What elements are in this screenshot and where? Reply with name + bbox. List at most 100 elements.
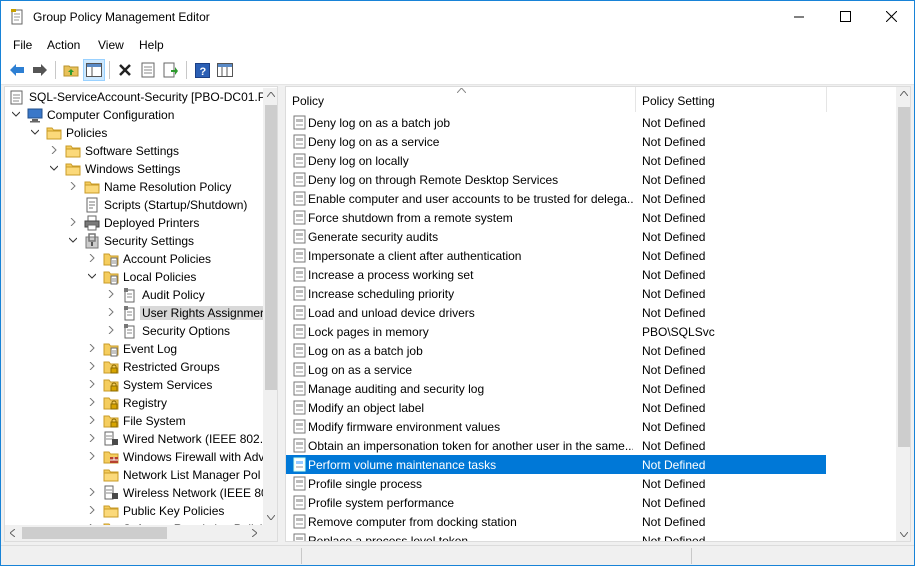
policy-setting: Not Defined	[642, 135, 706, 149]
collapsed-chevron-icon[interactable]	[69, 218, 77, 226]
up-one-level-button[interactable]	[60, 59, 82, 81]
menu-file[interactable]: File	[13, 38, 32, 52]
console-view-button[interactable]	[214, 59, 236, 81]
policy-row[interactable]: Lock pages in memory PBO\SQLSvc	[286, 322, 826, 341]
gpo-icon	[10, 90, 23, 105]
firewall-icon	[103, 451, 119, 464]
expanded-chevron-icon[interactable]	[88, 272, 96, 280]
policy-row[interactable]: Deny log on through Remote Desktop Servi…	[286, 170, 826, 189]
collapsed-chevron-icon[interactable]	[88, 506, 96, 514]
help-button[interactable]: ?	[191, 59, 213, 81]
policy-row[interactable]: Modify an object label Not Defined	[286, 398, 826, 417]
policy-item-icon	[293, 172, 306, 187]
collapsed-chevron-icon[interactable]	[88, 488, 96, 496]
maximize-button[interactable]	[822, 1, 868, 32]
export-list-button[interactable]	[160, 59, 182, 81]
collapsed-chevron-icon[interactable]	[88, 452, 96, 460]
policy-row[interactable]: Replace a process level token Not Defined	[286, 531, 826, 542]
policy-row[interactable]: Profile system performance Not Defined	[286, 493, 826, 512]
scroll-left-icon[interactable]	[10, 529, 15, 537]
minimize-button[interactable]	[776, 1, 822, 32]
collapsed-chevron-icon[interactable]	[107, 326, 115, 334]
policy-row[interactable]: Manage auditing and security log Not Defi…	[286, 379, 826, 398]
list-vertical-scrollbar[interactable]	[896, 87, 910, 541]
policy-row[interactable]: Obtain an impersonation token for anothe…	[286, 436, 826, 455]
policy-row[interactable]: Profile single process Not Defined	[286, 474, 826, 493]
collapsed-chevron-icon[interactable]	[88, 254, 96, 262]
scroll-right-icon[interactable]	[252, 529, 257, 537]
scroll-down-icon[interactable]	[900, 532, 908, 537]
collapsed-chevron-icon[interactable]	[69, 182, 77, 190]
policy-row[interactable]: Increase scheduling priority Not Defined	[286, 284, 826, 303]
scroll-up-icon[interactable]	[900, 91, 908, 96]
policy-list-pane[interactable]: Policy Policy Setting Deny log on as a b…	[285, 86, 911, 542]
policy-row[interactable]: Remove computer from docking station Not …	[286, 512, 826, 531]
tree-scroll-thumb[interactable]	[265, 105, 277, 390]
folder-icon	[65, 145, 81, 158]
tree-vertical-scrollbar[interactable]	[263, 88, 277, 525]
collapsed-chevron-icon[interactable]	[88, 434, 96, 442]
minimize-icon	[794, 16, 804, 17]
policy-item-icon	[293, 457, 306, 472]
policy-row[interactable]: Deny log on as a service Not Defined	[286, 132, 826, 151]
collapsed-chevron-icon[interactable]	[107, 290, 115, 298]
policy-name: Increase scheduling priority	[308, 287, 455, 301]
policy-row[interactable]: Force shutdown from a remote system Not D…	[286, 208, 826, 227]
collapsed-chevron-icon[interactable]	[88, 380, 96, 388]
list-scroll-thumb[interactable]	[898, 107, 910, 447]
menu-view[interactable]: View	[98, 38, 124, 52]
show-hide-tree-button[interactable]	[83, 59, 105, 81]
tree-node-label: Wired Network (IEEE 802.3	[123, 432, 270, 446]
collapsed-chevron-icon[interactable]	[88, 362, 96, 370]
scroll-up-icon[interactable]	[267, 92, 275, 97]
locked-folder-icon	[103, 361, 119, 374]
policy-row[interactable]: Impersonate a client after authenticatio…	[286, 246, 826, 265]
policy-row[interactable]: Deny log on as a batch job Not Defined	[286, 113, 826, 132]
scroll-down-icon[interactable]	[267, 515, 275, 520]
policy-row[interactable]: Increase a process working set Not Define…	[286, 265, 826, 284]
toolbar: ?	[1, 56, 914, 85]
collapsed-chevron-icon[interactable]	[107, 308, 115, 316]
expanded-chevron-icon[interactable]	[50, 164, 58, 172]
back-arrow-icon	[10, 64, 24, 76]
menu-help[interactable]: Help	[139, 38, 164, 52]
folder-icon	[65, 163, 81, 176]
policy-row[interactable]: Load and unload device drivers Not Define…	[286, 303, 826, 322]
console-tree-pane[interactable]: SQL-ServiceAccount-Security [PBO-DC01.PE…	[4, 86, 278, 542]
collapsed-chevron-icon[interactable]	[88, 416, 96, 424]
scroll-corner	[263, 525, 277, 541]
policy-name: Replace a process level token	[308, 534, 469, 542]
tree-horizontal-scrollbar[interactable]	[5, 525, 263, 541]
column-header-policy[interactable]: Policy	[286, 87, 635, 112]
policy-item-icon	[293, 267, 306, 282]
policy-row[interactable]: Generate security audits Not Defined	[286, 227, 826, 246]
policy-name: Impersonate a client after authenticatio…	[308, 249, 522, 263]
close-button[interactable]	[868, 1, 914, 32]
expanded-chevron-icon[interactable]	[69, 236, 77, 244]
policy-item-icon	[293, 153, 306, 168]
policy-row[interactable]: Deny log on locally Not Defined	[286, 151, 826, 170]
back-button[interactable]	[6, 59, 28, 81]
policy-row[interactable]: Modify firmware environment values Not De…	[286, 417, 826, 436]
policy-row[interactable]: Perform volume maintenance tasks Not Defi…	[286, 455, 826, 474]
column-header-policy-setting[interactable]: Policy Setting	[636, 87, 826, 112]
forward-button[interactable]	[29, 59, 51, 81]
menu-action[interactable]: Action	[47, 38, 80, 52]
tree-hscroll-thumb[interactable]	[22, 527, 167, 539]
collapsed-chevron-icon[interactable]	[50, 146, 58, 154]
locked-folder-icon	[103, 415, 119, 428]
collapsed-chevron-icon[interactable]	[88, 398, 96, 406]
policy-row[interactable]: Log on as a batch job Not Defined	[286, 341, 826, 360]
delete-button[interactable]	[114, 59, 136, 81]
collapsed-chevron-icon[interactable]	[88, 344, 96, 352]
policy-setting: Not Defined	[642, 211, 706, 225]
properties-button[interactable]	[137, 59, 159, 81]
expanded-chevron-icon[interactable]	[31, 128, 39, 136]
expanded-chevron-icon[interactable]	[12, 110, 20, 118]
policy-folder-icon	[103, 253, 119, 267]
policy-row[interactable]: Log on as a service Not Defined	[286, 360, 826, 379]
policy-row[interactable]: Enable computer and user accounts to be …	[286, 189, 826, 208]
title-bar[interactable]: Group Policy Management Editor	[1, 1, 914, 32]
network-policy-icon	[104, 485, 118, 500]
policy-setting: Not Defined	[642, 515, 706, 529]
